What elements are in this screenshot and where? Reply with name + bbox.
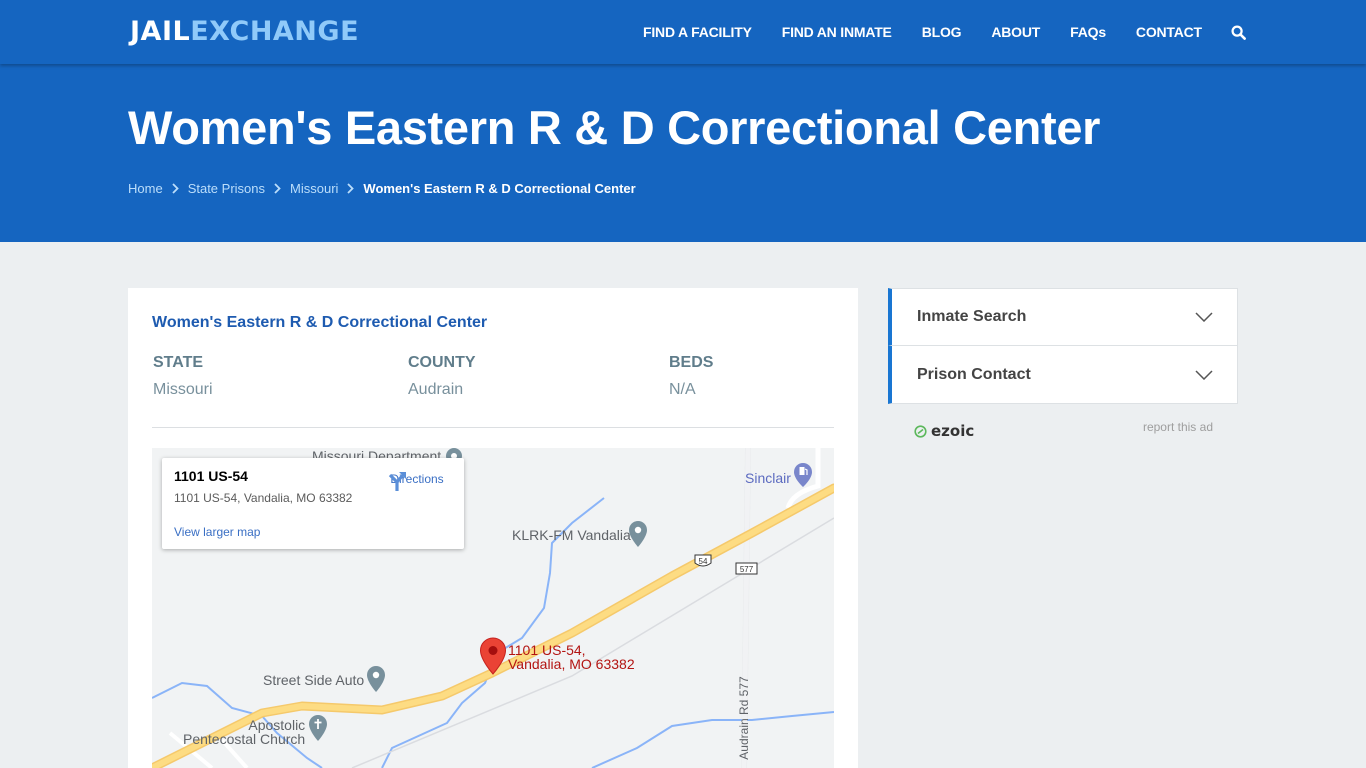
breadcrumb-home[interactable]: Home <box>128 181 163 196</box>
top-navbar: JAILEXCHANGE FIND A FACILITY FIND AN INM… <box>0 0 1366 64</box>
stat-value: Audrain <box>408 381 464 398</box>
stat-label: BEDS <box>669 354 714 371</box>
accordion-prison-contact[interactable]: Prison Contact <box>888 346 1238 404</box>
logo-jail: JAIL <box>130 16 191 47</box>
stat-beds: BEDS N/A <box>669 354 713 399</box>
stat-value: Missouri <box>153 381 213 398</box>
ad-attribution: ezoic report this ad <box>888 404 1238 448</box>
divider <box>152 427 834 428</box>
facility-name: Women's Eastern R & D Correctional Cente… <box>152 314 488 331</box>
search-icon <box>1231 24 1246 40</box>
map-place-title: 1101 US-54 <box>174 468 248 484</box>
accordion-inmate-search[interactable]: Inmate Search <box>888 288 1238 346</box>
svg-text:54: 54 <box>699 557 708 566</box>
facility-card: Women's Eastern R & D Correctional Cente… <box>128 288 858 768</box>
breadcrumb-state-prisons[interactable]: State Prisons <box>188 181 265 196</box>
gas-station-icon[interactable] <box>793 462 813 488</box>
marker-address-label: 1101 US-54, Vandalia, MO 63382 <box>508 643 635 671</box>
nav-blog[interactable]: BLOG <box>907 24 977 40</box>
chevron-right-icon <box>347 183 355 194</box>
embedded-map[interactable]: 54 577 Audrain Rd 577 Missouri Departmen… <box>152 448 834 768</box>
main-nav: FIND A FACILITY FIND AN INMATE BLOG ABOU… <box>628 0 1258 64</box>
place-pin-icon[interactable] <box>628 520 648 548</box>
view-larger-map-link[interactable]: View larger map <box>174 525 260 539</box>
church-name-line2: Pentecostal Church <box>183 731 306 747</box>
ezoic-icon <box>914 424 927 438</box>
page-hero: Women's Eastern R & D Correctional Cente… <box>0 64 1366 242</box>
place-label-sinclair[interactable]: Sinclair <box>745 470 791 486</box>
page-title: Women's Eastern R & D Correctional Cente… <box>128 101 1101 154</box>
chevron-right-icon <box>172 183 179 194</box>
breadcrumb: Home State Prisons Missouri Women's East… <box>128 181 636 196</box>
marker-label-line2: Vandalia, MO 63382 <box>508 656 635 672</box>
nav-find-a-facility[interactable]: FIND A FACILITY <box>628 24 767 40</box>
ezoic-brand: ezoic <box>931 422 975 440</box>
marker-label-line1: 1101 US-54, <box>508 642 586 658</box>
stat-state: STATE Missouri <box>153 354 213 399</box>
stat-value: N/A <box>669 381 696 398</box>
accordion-label: Prison Contact <box>917 365 1031 383</box>
river <box>591 711 834 768</box>
directions-icon <box>388 472 406 491</box>
church-name-line1: Apostolic <box>248 717 306 733</box>
place-pin-icon[interactable] <box>366 665 386 693</box>
stat-label: STATE <box>153 354 204 371</box>
place-label-klrk[interactable]: KLRK-FM Vandalia <box>512 527 631 543</box>
chevron-down-icon <box>1195 312 1213 322</box>
church-icon[interactable] <box>308 714 328 742</box>
map-place-address: 1101 US-54, Vandalia, MO 63382 <box>174 491 353 505</box>
stat-label: COUNTY <box>408 354 476 371</box>
place-label-church[interactable]: Apostolic Pentecostal Church <box>183 717 306 746</box>
accordion-label: Inmate Search <box>917 308 1027 325</box>
breadcrumb-missouri[interactable]: Missouri <box>290 181 338 196</box>
nav-contact[interactable]: CONTACT <box>1121 24 1217 40</box>
ezoic-logo[interactable]: ezoic <box>914 422 974 440</box>
us54-shield: 54 <box>694 554 712 567</box>
nav-find-an-inmate[interactable]: FIND AN INMATE <box>767 24 907 40</box>
sidebar: Inmate Search Prison Contact ezoic repor… <box>888 288 1238 448</box>
stat-county: COUNTY Audrain <box>408 354 476 399</box>
nav-about[interactable]: ABOUT <box>976 24 1055 40</box>
rd577-shield: 577 <box>735 562 758 575</box>
svg-text:577: 577 <box>740 565 754 574</box>
location-marker-icon[interactable] <box>479 637 507 675</box>
nav-faqs[interactable]: FAQs <box>1055 24 1121 40</box>
report-ad-link[interactable]: report this ad <box>1143 420 1213 434</box>
site-logo[interactable]: JAILEXCHANGE <box>130 16 359 48</box>
directions-button[interactable]: Directions <box>386 470 448 491</box>
chevron-right-icon <box>274 183 281 194</box>
audrain-rd-label: Audrain Rd 577 <box>737 676 751 760</box>
place-label-street-side-auto[interactable]: Street Side Auto <box>263 672 364 688</box>
breadcrumb-current: Women's Eastern R & D Correctional Cente… <box>363 181 636 196</box>
map-info-card: 1101 US-54 1101 US-54, Vandalia, MO 6338… <box>162 458 464 549</box>
search-button[interactable] <box>1217 24 1258 40</box>
logo-exchange: EXCHANGE <box>190 16 360 47</box>
chevron-down-icon <box>1195 369 1213 380</box>
